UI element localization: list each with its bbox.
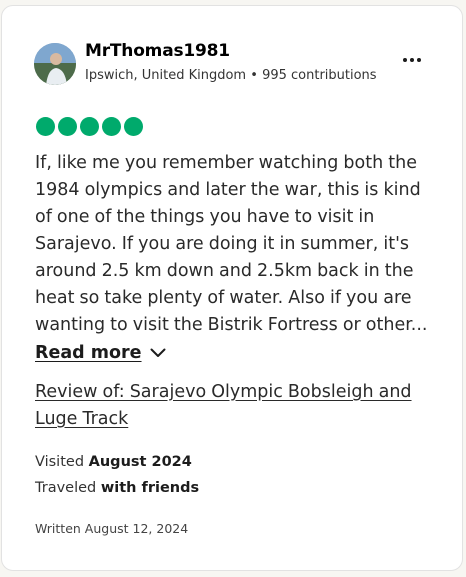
traveled-with: Traveled with friends (35, 480, 199, 496)
visited-date: Visited August 2024 (35, 454, 192, 470)
read-more-button[interactable]: Read more (35, 343, 166, 363)
rating-bubble (36, 117, 55, 136)
more-options-button[interactable] (398, 50, 426, 70)
read-more-label: Read more (35, 343, 142, 363)
rating-bubble (80, 117, 99, 136)
rating-bubbles (36, 117, 143, 136)
rating-bubble (102, 117, 121, 136)
review-text: If, like me you remember watching both t… (35, 153, 428, 335)
meta-separator: • (250, 68, 258, 83)
reviewer-meta: Ipswich, United Kingdom • 995 contributi… (85, 68, 377, 83)
visited-prefix: Visited (35, 454, 85, 470)
rating-bubble (124, 117, 143, 136)
review-card: MrThomas1981 Ipswich, United Kingdom • 9… (1, 5, 463, 571)
review-of-link[interactable]: Review of: Sarajevo Olympic Bobsleigh an… (35, 379, 445, 433)
reviewer-contributions: 995 contributions (262, 68, 377, 83)
traveled-value: with friends (100, 480, 200, 496)
traveled-prefix: Traveled (35, 480, 97, 496)
written-date: Written August 12, 2024 (35, 521, 189, 536)
reviewer-username[interactable]: MrThomas1981 (85, 41, 230, 61)
visited-value: August 2024 (88, 454, 192, 470)
reviewer-location: Ipswich, United Kingdom (85, 68, 247, 83)
more-options-icon (403, 58, 407, 62)
chevron-down-icon (150, 348, 166, 357)
avatar[interactable] (34, 43, 76, 85)
rating-bubble (58, 117, 77, 136)
